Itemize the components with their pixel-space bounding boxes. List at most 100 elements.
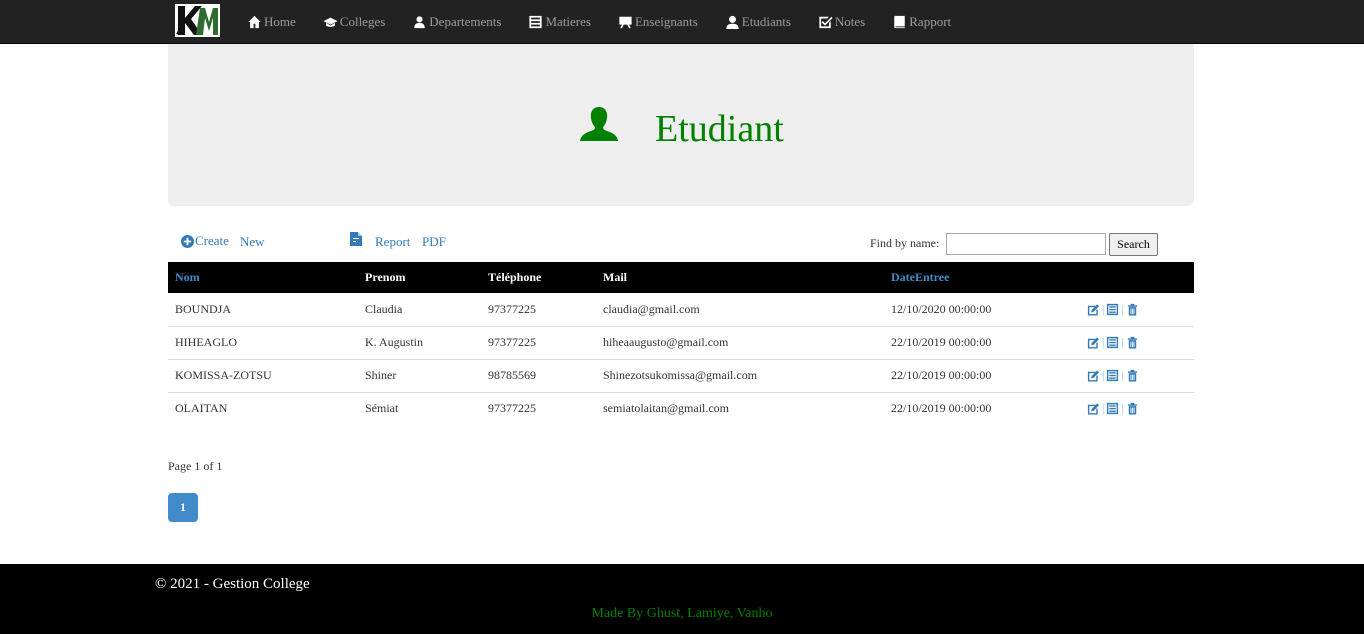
create-new-link[interactable]: Create [181,233,229,249]
action-separator: | [1102,368,1105,382]
column-header-telephone: Téléphone [481,262,596,293]
cell-prenom: Shiner [358,359,481,393]
nav-rapport-label: Rapport [909,14,952,29]
nav-colleges-label: Colleges [339,14,386,29]
table-row: KOMISSA-ZOTSU Shiner 98785569 Shinezotsukom… [168,359,1194,393]
column-header-mail: Mail [596,262,884,293]
cell-nom: KOMISSA-ZOTSU [168,359,358,393]
nav-departements-label: Departements [429,14,502,29]
trash-icon[interactable] [1126,369,1139,382]
brand-logo[interactable] [175,4,220,37]
create-label: Create [195,233,229,248]
search-input[interactable] [946,233,1106,255]
action-separator: | [1121,401,1124,416]
action-separator: | [1102,335,1105,349]
toolbar: Create New Report PDF Find by name: Sear… [0,230,1364,260]
trash-icon[interactable] [1126,303,1139,316]
cell-mail: semiatolaitan@gmail.com [603,401,730,416]
cell-mail: Shinezotsukomissa@gmail.com [596,359,884,393]
cell-prenom: Claudia [358,293,481,327]
action-separator: | [1121,368,1124,382]
nav-departements[interactable]: Departements [412,14,501,30]
nav-matieres-label: Matieres [545,14,591,29]
action-separator: | [1102,301,1105,316]
nav-notes[interactable]: Notes [818,14,865,30]
details-icon[interactable] [1106,369,1119,382]
credits: Made By Ghust, Lamiye, Vanho [591,606,773,621]
new-link[interactable]: New [240,234,265,250]
cell-nom: OLAITAN [175,401,228,416]
cell-prenom: K. Augustin [358,326,481,360]
nav-colleges[interactable]: Colleges [323,14,386,30]
table-header-row: Nom Prenom Téléphone Mail DateEntree [168,262,1194,293]
column-header-prenom: Prenom [358,262,481,293]
row-actions: | | [1087,335,1187,350]
footer: © 2021 - Gestion College Made By Ghust, … [0,564,1364,634]
row-actions: | | [1087,302,1187,317]
page-1-button[interactable]: 1 [168,493,198,522]
table-row: OLAITAN Sémiat 97377225 semiatolaitan@gmail… [168,392,1194,425]
edit-icon[interactable] [1087,402,1100,415]
trash-icon[interactable] [1126,402,1139,415]
nav-etudiants-label: Etudiants [741,14,791,29]
cell-actions: | | [1080,326,1194,360]
copyright: © 2021 - Gestion College [155,576,310,592]
user-icon [726,15,739,29]
nav-menu: Home Colleges Departements Matieres Ense… [247,0,978,44]
brand-logo-image [175,4,220,37]
trash-icon[interactable] [1126,336,1139,349]
cell-mail: claudia@gmail.com [596,293,884,327]
nav-rapport[interactable]: Rapport [892,14,951,30]
action-separator: | [1121,335,1124,349]
action-separator: | [1121,301,1124,316]
table-row: HIHEAGLO K. Augustin 97377225 hiheaaugusto@… [168,326,1194,360]
cell-actions: | | [1080,359,1194,393]
column-header-nom[interactable]: Nom [168,262,358,293]
cell-actions: | | [1080,293,1194,327]
find-by-name-label: Find by name: [870,236,940,250]
home-icon [248,15,261,29]
cell-telephone: 98785569 [481,359,596,393]
cell-telephone: 97377225 [481,293,596,327]
cell-date: 22/10/2019 00:00:00 [884,326,1080,360]
table-body: BOUNDJA Claudia 97377225 claudia@gmail.com 1… [168,293,1194,425]
students-table: Nom Prenom Téléphone Mail DateEntree BOU… [168,262,1194,425]
row-actions: | | [1087,401,1187,416]
list-alt-icon [529,15,543,29]
row-actions: | | [1087,368,1187,383]
user-icon [580,107,618,141]
edit-icon[interactable] [1087,303,1100,316]
edit-icon[interactable] [1087,369,1100,382]
details-icon[interactable] [1106,402,1119,415]
check-icon [819,16,833,29]
cell-nom: BOUNDJA [168,293,358,327]
cell-telephone: 97377225 [481,326,596,360]
cell-nom: HIHEAGLO [168,326,358,360]
nav-home[interactable]: Home [247,14,296,30]
cell-telephone: 97377225 [488,401,536,416]
cell-date: 12/10/2020 00:00:00 [884,293,1080,327]
plus-circle-icon [181,234,194,248]
report-link[interactable]: Report [375,234,410,250]
action-separator: | [1102,401,1105,416]
details-icon[interactable] [1106,303,1119,316]
nav-matieres[interactable]: Matieres [528,14,591,30]
cell-date: 22/10/2019 00:00:00 [891,401,992,416]
page-title: Etudiant [655,108,784,150]
nav-home-label: Home [264,14,296,29]
nav-enseignants[interactable]: Enseignants [618,14,698,30]
edit-icon[interactable] [1087,336,1100,349]
nav-enseignants-label: Enseignants [634,14,698,29]
details-icon[interactable] [1106,336,1119,349]
page-info: Page 1 of 1 [168,459,223,473]
column-header-date-entree[interactable]: DateEntree [884,262,1080,293]
cell-date: 22/10/2019 00:00:00 [884,359,1080,393]
report-file-icon[interactable] [350,232,362,246]
nav-notes-label: Notes [834,14,866,29]
user-tie-icon [414,16,426,29]
book-icon [894,15,905,29]
pdf-link[interactable]: PDF [422,234,446,250]
cell-actions: | | [1080,392,1194,425]
search-button[interactable]: Search [1109,233,1158,256]
nav-etudiants[interactable]: Etudiants [725,14,791,30]
